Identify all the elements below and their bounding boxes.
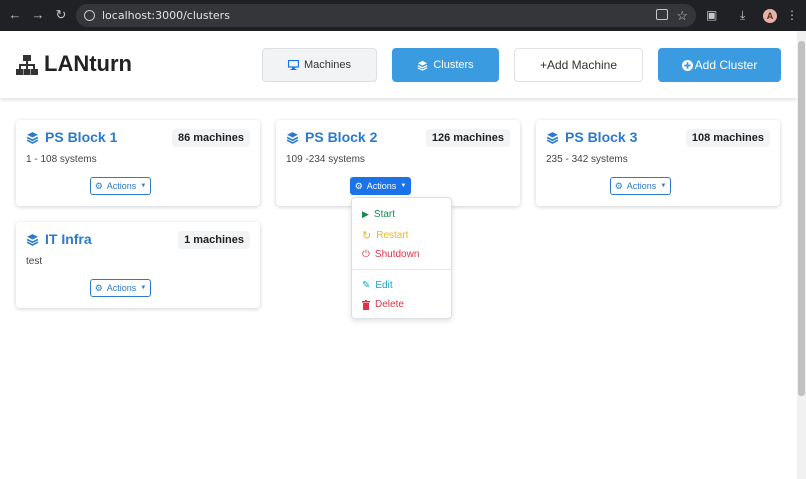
browser-toolbar: ← → ↻ localhost:3000/clusters ☆ ▣ ⤓ A ⋮ bbox=[0, 0, 806, 31]
app-header: LANturn Machines Clusters +Add Machine A… bbox=[0, 31, 797, 98]
machines-button[interactable]: Machines bbox=[262, 48, 377, 82]
reload-icon[interactable]: ↻ bbox=[54, 8, 68, 22]
restart-menu-item[interactable]: ↻ Restart bbox=[362, 229, 408, 242]
machines-button-label: Machines bbox=[303, 59, 352, 71]
gear-icon: ⚙ bbox=[94, 282, 103, 293]
cluster-name: PS Block 1 bbox=[45, 129, 118, 145]
back-icon[interactable]: ← bbox=[8, 8, 22, 22]
restart-icon: ↻ bbox=[362, 230, 372, 242]
power-icon: ⏻ bbox=[362, 249, 370, 260]
shutdown-menu-item[interactable]: ⏻ Shutdown bbox=[362, 249, 419, 260]
add-machine-button[interactable]: +Add Machine bbox=[514, 48, 643, 82]
delete-menu-item[interactable]: Delete bbox=[362, 299, 404, 310]
machine-count-badge: 1 machines bbox=[178, 231, 250, 249]
caret-down-icon: ▼ bbox=[140, 285, 147, 291]
bookmark-star-icon[interactable]: ☆ bbox=[676, 8, 688, 24]
caret-down-icon: ▼ bbox=[400, 183, 407, 189]
cluster-name: PS Block 3 bbox=[565, 129, 638, 145]
cluster-card: PS Block 1 86 machines 1 - 108 systems ⚙… bbox=[16, 120, 260, 206]
caret-down-icon: ▼ bbox=[660, 183, 667, 189]
actions-label: Actions bbox=[366, 181, 397, 191]
cluster-range: test bbox=[26, 256, 43, 267]
address-bar[interactable]: localhost:3000/clusters ☆ bbox=[76, 4, 696, 27]
actions-label: Actions bbox=[626, 181, 657, 191]
cluster-range: 109 -234 systems bbox=[286, 154, 365, 165]
cluster-title[interactable]: IT Infra bbox=[26, 231, 92, 247]
clusters-button-label: Clusters bbox=[433, 59, 474, 71]
desktop-icon bbox=[287, 60, 299, 70]
actions-button[interactable]: ⚙ Actions ▼ bbox=[90, 177, 151, 195]
shutdown-label: Shutdown bbox=[374, 249, 420, 260]
add-cluster-button[interactable]: Add Cluster bbox=[658, 48, 781, 82]
cluster-range: 1 - 108 systems bbox=[26, 154, 97, 165]
profile-avatar[interactable]: A bbox=[763, 9, 777, 23]
cluster-card: IT Infra 1 machines test ⚙ Actions ▼ bbox=[16, 222, 260, 308]
layers-icon bbox=[26, 131, 39, 144]
network-icon bbox=[16, 55, 38, 75]
cluster-card: PS Block 3 108 machines 235 - 342 system… bbox=[536, 120, 780, 206]
play-icon: ▶ bbox=[362, 209, 369, 219]
install-app-icon[interactable] bbox=[656, 9, 668, 20]
gear-icon: ⚙ bbox=[354, 180, 363, 191]
cluster-title[interactable]: PS Block 1 bbox=[26, 129, 117, 145]
add-machine-button-label: +Add Machine bbox=[539, 58, 618, 72]
layers-icon bbox=[417, 60, 428, 71]
machine-count-badge: 126 machines bbox=[425, 129, 510, 147]
start-menu-item[interactable]: ▶ Start bbox=[362, 209, 395, 220]
machine-count-badge: 86 machines bbox=[171, 129, 250, 147]
plus-circle-icon bbox=[681, 59, 693, 71]
actions-button[interactable]: ⚙ Actions ▼ bbox=[610, 177, 671, 195]
layers-icon bbox=[26, 233, 39, 246]
delete-label: Delete bbox=[375, 299, 404, 310]
gear-icon: ⚙ bbox=[614, 180, 623, 191]
download-icon[interactable]: ⤓ bbox=[740, 8, 745, 23]
machine-count-badge: 108 machines bbox=[685, 129, 770, 147]
scrollbar-thumb[interactable] bbox=[798, 41, 805, 396]
layers-icon bbox=[546, 131, 559, 144]
site-info-icon[interactable] bbox=[84, 10, 95, 21]
cluster-name: IT Infra bbox=[45, 231, 92, 247]
actions-label: Actions bbox=[106, 283, 137, 293]
cluster-range: 235 - 342 systems bbox=[546, 154, 628, 165]
brand-title[interactable]: LANturn bbox=[44, 51, 132, 77]
actions-button[interactable]: ⚙ Actions ▼ bbox=[90, 279, 151, 297]
caret-down-icon: ▼ bbox=[140, 183, 147, 189]
menu-icon[interactable]: ⋮ bbox=[786, 8, 798, 22]
actions-button[interactable]: ⚙ Actions ▼ bbox=[350, 177, 411, 195]
url-text[interactable]: localhost:3000/clusters bbox=[102, 9, 230, 22]
edit-menu-item[interactable]: ✎ Edit bbox=[362, 280, 393, 291]
edit-label: Edit bbox=[375, 280, 393, 291]
gear-icon: ⚙ bbox=[94, 180, 103, 191]
add-cluster-button-label: Add Cluster bbox=[694, 58, 758, 72]
clusters-button[interactable]: Clusters bbox=[392, 48, 499, 82]
cluster-card: PS Block 2 126 machines 109 -234 systems… bbox=[276, 120, 520, 206]
edit-icon: ✎ bbox=[362, 280, 371, 291]
actions-label: Actions bbox=[106, 181, 137, 191]
trash-icon bbox=[362, 299, 370, 310]
layers-icon bbox=[286, 131, 299, 144]
cluster-title[interactable]: PS Block 2 bbox=[286, 129, 377, 145]
actions-dropdown-menu: ▶ Start ↻ Restart ⏻ Shutdown ✎ Edit Dele… bbox=[351, 197, 452, 319]
start-label: Start bbox=[373, 209, 396, 220]
restart-label: Restart bbox=[376, 230, 409, 241]
cluster-title[interactable]: PS Block 3 bbox=[546, 129, 637, 145]
menu-divider bbox=[352, 269, 451, 270]
cluster-name: PS Block 2 bbox=[305, 129, 378, 145]
forward-icon[interactable]: → bbox=[31, 8, 45, 22]
extensions-icon[interactable]: ▣ bbox=[706, 8, 717, 22]
